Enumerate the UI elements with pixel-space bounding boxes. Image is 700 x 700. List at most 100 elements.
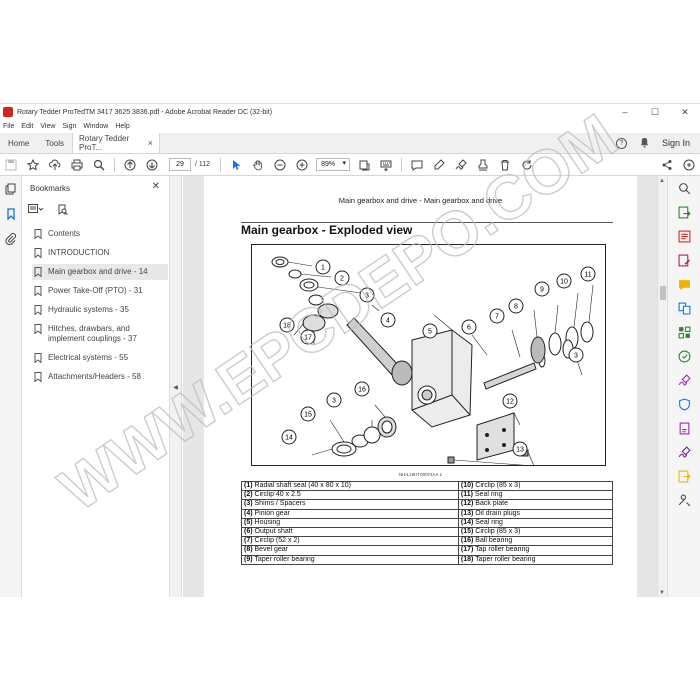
bookmark-item[interactable]: Contents xyxy=(32,226,168,242)
export-pdf-icon[interactable] xyxy=(668,200,700,224)
comment-icon[interactable] xyxy=(406,154,428,176)
tabbar-right: ? Sign In xyxy=(615,133,700,153)
bookmark-search-icon[interactable] xyxy=(58,204,68,217)
vertical-scrollbar[interactable]: ▲ ▼ xyxy=(657,176,667,597)
edit-pdf-icon[interactable] xyxy=(668,248,700,272)
callout-12-label: 12 xyxy=(506,399,514,406)
zoom-in-icon[interactable] xyxy=(291,154,313,176)
highlight-icon[interactable] xyxy=(428,154,450,176)
table-cell: (11) Seal ring xyxy=(457,490,614,501)
tab-document[interactable]: Rotary Tedder ProT... × xyxy=(72,133,161,153)
bell-icon[interactable] xyxy=(639,137,650,150)
callout-17-label: 17 xyxy=(304,335,312,342)
callout-16-label: 16 xyxy=(358,387,366,394)
menu-bar: File Edit View Sign Window Help xyxy=(0,120,700,133)
menu-file[interactable]: File xyxy=(3,123,14,130)
sign-in-button[interactable]: Sign In xyxy=(662,138,690,148)
more-tools-icon[interactable] xyxy=(668,488,700,512)
comment-tool-icon[interactable] xyxy=(668,272,700,296)
bookmark-item[interactable]: Hitches, drawbars, and implement couplin… xyxy=(32,321,168,347)
close-window-button[interactable]: ✕ xyxy=(670,104,700,120)
bookmark-item[interactable]: Hydraulic systems - 35 xyxy=(32,302,168,318)
fill-sign-icon[interactable] xyxy=(668,368,700,392)
scroll-thumb[interactable] xyxy=(660,286,666,300)
tab-bar: Home Tools Rotary Tedder ProT... × ? Sig… xyxy=(0,133,700,154)
callout-3-lower-label: 3 xyxy=(332,398,336,405)
menu-sign[interactable]: Sign xyxy=(62,123,76,130)
callout-3-right-label: 3 xyxy=(574,353,578,360)
upload-icon[interactable] xyxy=(44,154,66,176)
scroll-up-arrow[interactable]: ▲ xyxy=(659,178,665,184)
scan-ocr-icon[interactable] xyxy=(668,344,700,368)
callout-14-label: 14 xyxy=(285,435,293,442)
table-cell: (16) Ball bearing xyxy=(457,536,614,547)
tab-tools[interactable]: Tools xyxy=(37,133,72,153)
page-up-icon[interactable] xyxy=(119,154,141,176)
rotate-icon[interactable] xyxy=(516,154,538,176)
tab-close-button[interactable]: × xyxy=(148,138,153,148)
bookmark-icon xyxy=(34,353,42,364)
combine-files-icon[interactable] xyxy=(668,296,700,320)
shims-3-lower xyxy=(363,426,381,444)
bookmark-item[interactable]: INTRODUCTION xyxy=(32,245,168,261)
keyboard-icon[interactable] xyxy=(375,154,397,176)
callout-10-label: 10 xyxy=(560,279,568,286)
delete-icon[interactable] xyxy=(494,154,516,176)
acrobat-window: Rotary Tedder ProTedTM 3417 3625 3836.pd… xyxy=(0,103,700,597)
protect-icon[interactable] xyxy=(668,392,700,416)
page-total: / 112 xyxy=(195,161,211,168)
pages-icon[interactable] xyxy=(0,176,22,201)
customize-pane-icon[interactable] xyxy=(668,594,700,597)
prepare-form-icon[interactable] xyxy=(668,440,700,464)
print-icon[interactable] xyxy=(66,154,88,176)
page-down-icon[interactable] xyxy=(141,154,163,176)
send-for-review-icon[interactable] xyxy=(668,464,700,488)
save-icon[interactable] xyxy=(0,154,22,176)
table-row: (1) Radial shaft seal (40 x 80 x 10) (10… xyxy=(241,480,614,492)
mail-icon[interactable] xyxy=(678,154,700,176)
panel-collapse-handle[interactable]: ◀ xyxy=(170,176,182,597)
zoom-level-select[interactable]: 89% xyxy=(316,158,351,171)
title-bar: Rotary Tedder ProTedTM 3417 3625 3836.pd… xyxy=(0,104,700,120)
bookmark-label: Power Take-Off (PTO) - 31 xyxy=(48,286,143,295)
cursor-icon[interactable] xyxy=(225,154,247,176)
scroll-down-arrow[interactable]: ▼ xyxy=(659,590,665,596)
section-title: Main gearbox - Exploded view xyxy=(241,223,413,237)
minimize-button[interactable]: – xyxy=(610,104,640,120)
bookmark-label: Main gearbox and drive - 14 xyxy=(48,267,148,276)
request-signatures-icon[interactable] xyxy=(668,416,700,440)
maximize-button[interactable]: ☐ xyxy=(640,104,670,120)
drain-plug-part xyxy=(447,456,455,464)
create-pdf-icon[interactable] xyxy=(668,224,700,248)
attachment-icon[interactable] xyxy=(0,226,22,251)
menu-window[interactable]: Window xyxy=(83,123,108,130)
find-icon[interactable] xyxy=(88,154,110,176)
page-number-input[interactable]: 29 xyxy=(169,158,191,171)
organize-pages-icon[interactable] xyxy=(668,320,700,344)
search-tools-icon[interactable] xyxy=(668,176,700,200)
bookmark-item[interactable]: Power Take-Off (PTO) - 31 xyxy=(32,283,168,299)
menu-edit[interactable]: Edit xyxy=(21,123,33,130)
share-icon[interactable] xyxy=(656,154,678,176)
hand-icon[interactable] xyxy=(247,154,269,176)
menu-view[interactable]: View xyxy=(40,123,55,130)
zoom-out-icon[interactable] xyxy=(269,154,291,176)
sign-icon[interactable] xyxy=(450,154,472,176)
bookmarks-close-button[interactable]: ✕ xyxy=(152,181,160,192)
tab-home[interactable]: Home xyxy=(0,133,37,153)
bookmark-item-selected[interactable]: Main gearbox and drive - 14 xyxy=(32,264,168,280)
stamp-icon[interactable] xyxy=(472,154,494,176)
tab-document-label: Rotary Tedder ProT... xyxy=(79,134,130,152)
bookmark-item[interactable]: Electrical systems - 55 xyxy=(32,350,168,366)
callout-11-label: 11 xyxy=(584,272,591,279)
bookmark-options-icon[interactable] xyxy=(28,204,44,217)
callout-18-label: 18 xyxy=(283,323,291,330)
toolbar-separator xyxy=(220,157,222,172)
back-plate-part xyxy=(476,412,515,461)
fit-page-icon[interactable] xyxy=(353,154,375,176)
star-icon[interactable] xyxy=(22,154,44,176)
help-icon[interactable]: ? xyxy=(615,137,627,149)
bookmark-icon[interactable] xyxy=(0,201,22,226)
bookmark-item[interactable]: Attachments/Headers - 58 xyxy=(32,369,168,385)
menu-help[interactable]: Help xyxy=(115,123,129,130)
